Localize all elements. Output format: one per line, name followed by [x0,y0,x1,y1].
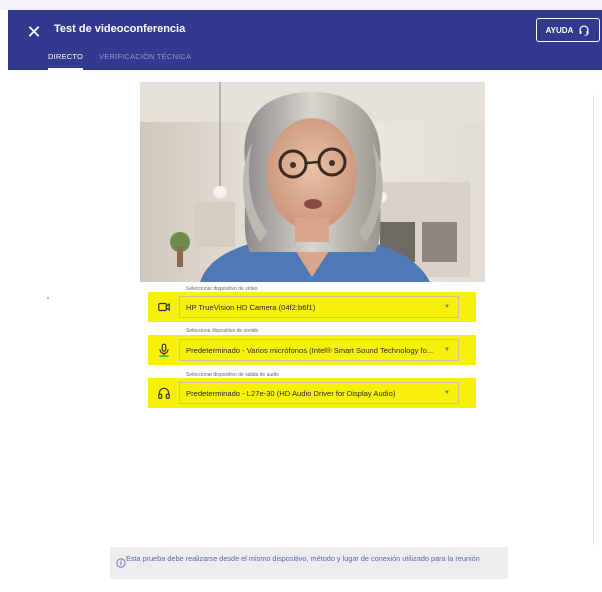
title-bar: ✕ Test de videoconferencia AYUDA DIRECTO… [8,10,602,70]
tab-verificacion-tecnica[interactable]: VERIFICACIÓN TÉCNICA [99,52,191,70]
headset-icon [579,25,589,36]
notice-text: Esta prueba debe realizarse desde el mis… [126,554,480,563]
sound-device-label: Selecciona dispositivo de sonido [186,328,259,334]
video-device-value: HP TrueVision HD Camera (04f2:b6f1) [186,302,316,312]
audio-output-row: Predeterminado - L27e-30 (HD Audio Drive… [148,378,476,408]
headphones-icon [158,387,170,399]
tab-directo[interactable]: DIRECTO [48,52,84,70]
camera-preview-image [140,82,485,282]
decorative-dot [47,297,49,299]
scroll-track[interactable] [593,95,594,545]
camera-preview [140,82,485,282]
help-button[interactable]: AYUDA [536,18,600,42]
info-notice: Esta prueba debe realizarse desde el mis… [110,547,508,579]
chevron-down-icon: ▼ [444,347,450,353]
info-icon [116,558,126,568]
close-button[interactable]: ✕ [24,22,44,42]
audio-output-value: Predeterminado - L27e-30 (HD Audio Drive… [186,388,396,398]
video-device-select[interactable]: HP TrueVision HD Camera (04f2:b6f1) ▼ [179,296,459,318]
audio-output-select[interactable]: Predeterminado - L27e-30 (HD Audio Drive… [179,382,459,404]
top-strip [0,0,602,10]
help-label: AYUDA [545,25,574,35]
close-icon: ✕ [26,22,42,42]
tab-bar: DIRECTO VERIFICACIÓN TÉCNICA [48,52,191,70]
chevron-down-icon: ▼ [444,304,450,310]
camera-icon [158,302,170,312]
chevron-down-icon: ▼ [444,390,450,396]
microphone-icon [159,343,169,357]
video-device-row: HP TrueVision HD Camera (04f2:b6f1) ▼ [148,292,476,322]
sound-device-select[interactable]: Predeterminado - Varios micrófonos (Inte… [179,339,459,361]
sound-device-value: Predeterminado - Varios micrófonos (Inte… [186,345,434,355]
sound-device-row: Predeterminado - Varios micrófonos (Inte… [148,335,476,365]
page-title: Test de videoconferencia [54,23,186,35]
